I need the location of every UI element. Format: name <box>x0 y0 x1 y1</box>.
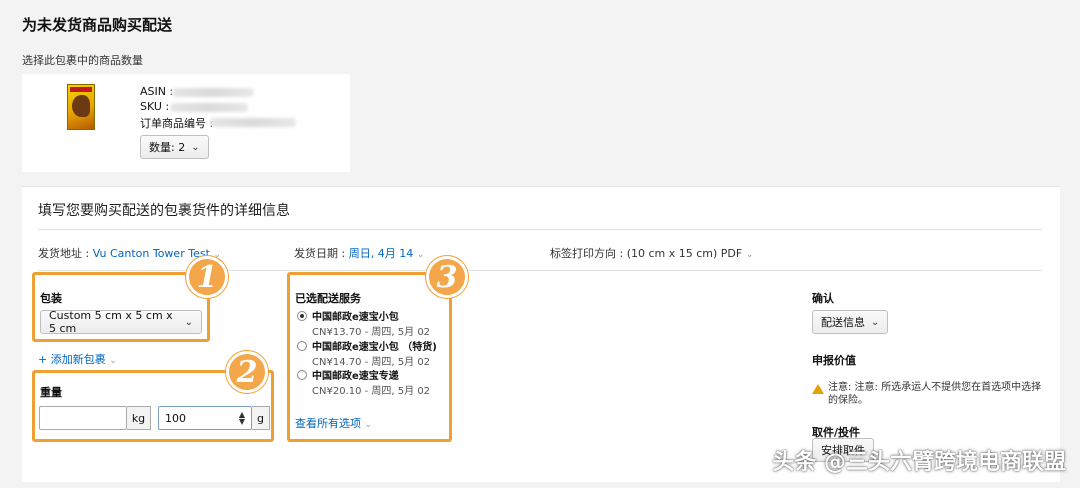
package-selected: Custom 5 cm x 5 cm x 5 cm <box>49 309 173 335</box>
service-name: 中国邮政e速宝小包 （特货) <box>312 342 437 353</box>
ship-date[interactable]: 发货日期 : 周日, 4月 14 ⌄ <box>294 245 424 261</box>
services-label: 已选配送服务 <box>295 292 361 305</box>
package-select[interactable]: Custom 5 cm x 5 cm x 5 cm ⌄ <box>40 309 202 335</box>
ship-date-value[interactable]: 周日, 4月 14 <box>349 247 414 260</box>
step-badge-2: 2 <box>226 351 268 393</box>
confirm-label: 确认 <box>812 292 834 305</box>
order-item-label: 订单商品编号 : <box>140 117 214 130</box>
service-name: 中国邮政e速宝小包 <box>312 312 399 323</box>
divider <box>38 229 1042 230</box>
chevron-down-icon: ⌄ <box>191 141 200 153</box>
ship-from[interactable]: 发货地址 : Vu Canton Tower Test ⌄ <box>38 245 221 261</box>
warning-icon <box>812 384 824 394</box>
label-orientation-value[interactable]: (10 cm x 15 cm) PDF <box>627 247 743 260</box>
ship-from-label: 发货地址 : <box>38 247 90 260</box>
watermark: 头条 @三头六臂跨境电商联盟 <box>772 450 1066 475</box>
quantity-label: 数量: 2 <box>149 141 186 154</box>
label-orientation-label: 标签打印方向 : <box>550 247 624 260</box>
stepper-icon[interactable]: ▲ ▼ <box>239 411 245 426</box>
label-orientation[interactable]: 标签打印方向 : (10 cm x 15 cm) PDF ⌄ <box>550 245 753 261</box>
weight-kg-input[interactable] <box>39 406 127 430</box>
declared-value-label: 申报价值 <box>812 354 856 367</box>
chevron-down-icon: ⌄ <box>109 356 117 366</box>
asin-label: ASIN : <box>140 85 174 98</box>
ship-from-value[interactable]: Vu Canton Tower Test <box>93 247 210 260</box>
kg-unit: kg <box>127 406 151 430</box>
quantity-dropdown[interactable]: 数量: 2 ⌄ <box>140 135 209 159</box>
add-package-label: + 添加新包裹 <box>38 353 106 366</box>
add-package-link[interactable]: + 添加新包裹 ⌄ <box>38 351 117 367</box>
chevron-down-icon: ⌄ <box>364 420 373 430</box>
asin-redacted <box>172 88 254 97</box>
step-badge-1: 1 <box>186 256 228 298</box>
item-card: ASIN : SKU : 订单商品编号 : 数量: 2 ⌄ <box>22 74 350 172</box>
page-title: 为未发货商品购买配送 <box>22 16 173 34</box>
g-unit: g <box>252 406 270 430</box>
chevron-down-icon: ⌄ <box>184 316 193 328</box>
see-all-label: 查看所有选项 <box>295 417 361 430</box>
service-radio-3[interactable] <box>297 370 307 380</box>
order-item-redacted <box>210 118 296 127</box>
sku-redacted <box>170 103 248 112</box>
chevron-down-icon: ⌄ <box>871 316 880 328</box>
service-radio-2[interactable] <box>297 341 307 351</box>
see-all-options-link[interactable]: 查看所有选项 ⌄ <box>295 415 372 431</box>
details-heading: 填写您要购买配送的包裹货件的详细信息 <box>38 203 290 219</box>
chevron-down-icon: ⌄ <box>745 250 754 260</box>
page-subtitle: 选择此包裹中的商品数量 <box>22 54 143 67</box>
service-price: CN¥14.70 - 周四, 5月 02 <box>312 357 431 368</box>
service-price: CN¥13.70 - 周四, 5月 02 <box>312 327 431 338</box>
sku-label: SKU : <box>140 100 170 113</box>
weight-g-input[interactable]: 100 ▲ ▼ <box>158 406 252 430</box>
step-badge-3: 3 <box>426 256 468 298</box>
insurance-notice: 注意: 注意: 所选承运人不提供您在首选项中选择的保险。 <box>828 382 1042 406</box>
weight-label: 重量 <box>40 386 62 399</box>
delivery-info-label: 配送信息 <box>821 316 865 329</box>
weight-g-value: 100 <box>165 411 186 425</box>
product-image[interactable] <box>67 84 95 130</box>
service-name: 中国邮政e速宝专递 <box>312 371 399 382</box>
service-price: CN¥20.10 - 周四, 5月 02 <box>312 386 431 397</box>
ship-date-label: 发货日期 : <box>294 247 346 260</box>
service-radio-1[interactable] <box>297 311 307 321</box>
package-label: 包装 <box>40 292 62 305</box>
chevron-down-icon: ⌄ <box>416 250 425 260</box>
delivery-info-button[interactable]: 配送信息 ⌄ <box>812 310 889 334</box>
